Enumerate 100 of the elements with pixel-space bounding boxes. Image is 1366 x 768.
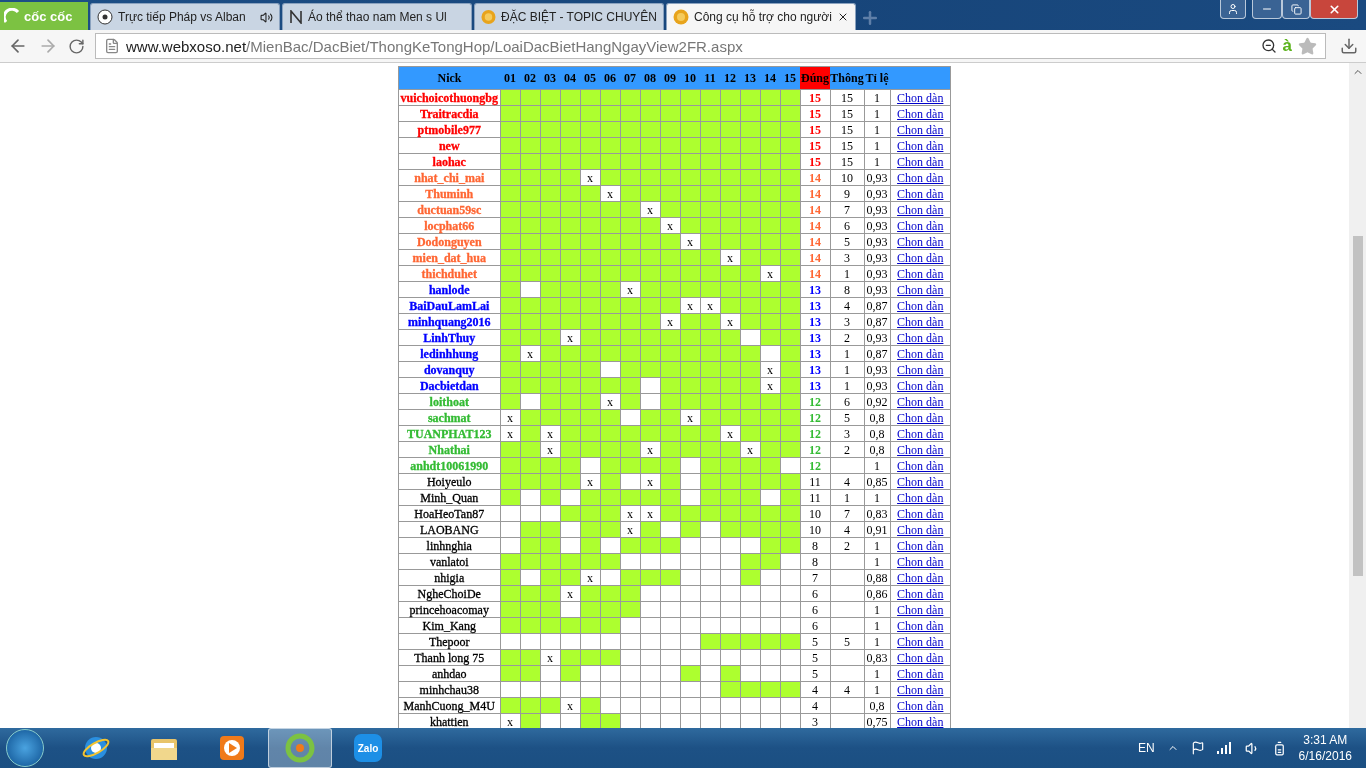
ratio-cell: 1 bbox=[864, 537, 890, 554]
count-cell: 1 bbox=[830, 361, 864, 378]
count-cell: 4 bbox=[830, 297, 864, 314]
count-cell: 2 bbox=[830, 441, 864, 458]
column-header: 10 bbox=[680, 66, 700, 90]
correct-cell: 15 bbox=[800, 105, 830, 122]
reload-icon[interactable] bbox=[68, 37, 85, 55]
minimize-button[interactable] bbox=[1252, 0, 1282, 19]
nickname: loithoat bbox=[429, 394, 469, 409]
correct-cell: 13 bbox=[800, 297, 830, 314]
correct-cell: 12 bbox=[800, 425, 830, 442]
language-indicator[interactable]: EN bbox=[1137, 741, 1155, 755]
restore-button[interactable] bbox=[1282, 0, 1310, 19]
count-cell bbox=[830, 697, 864, 714]
column-header: 08 bbox=[640, 66, 660, 90]
column-header: 13 bbox=[740, 66, 760, 90]
nickname: vanlatoi bbox=[429, 554, 469, 569]
nickname: minhchau38 bbox=[419, 682, 479, 697]
column-header: 15 bbox=[780, 66, 800, 90]
flag-icon[interactable] bbox=[1190, 741, 1205, 755]
close-button[interactable] bbox=[1310, 0, 1358, 19]
column-header: 09 bbox=[660, 66, 680, 90]
nickname: linhnghia bbox=[426, 538, 472, 553]
correct-cell: 13 bbox=[800, 281, 830, 298]
nickname: Dacbietdan bbox=[419, 378, 479, 393]
scroll-thumb[interactable] bbox=[1352, 236, 1363, 576]
count-cell: 1 bbox=[830, 377, 864, 394]
correct-cell: 12 bbox=[800, 441, 830, 458]
correct-cell: 11 bbox=[800, 473, 830, 490]
ratio-cell: 0,93 bbox=[864, 329, 890, 346]
nickname: Traitracdia bbox=[420, 106, 479, 121]
count-cell: 3 bbox=[830, 425, 864, 442]
column-header: Thông bbox=[830, 66, 864, 90]
ratio-cell: 1 bbox=[864, 553, 890, 570]
scrollbar[interactable] bbox=[1349, 63, 1366, 728]
nickname: anhdt10061990 bbox=[410, 458, 489, 473]
close-icon[interactable] bbox=[837, 11, 849, 23]
signal-icon[interactable] bbox=[1216, 742, 1233, 754]
correct-cell: 15 bbox=[800, 137, 830, 154]
nickname: ledinhhung bbox=[420, 346, 479, 361]
ratio-cell: 0,83 bbox=[864, 649, 890, 666]
nickname: laohac bbox=[432, 154, 466, 169]
bookmark-star-icon[interactable] bbox=[1298, 36, 1317, 56]
correct-cell: 13 bbox=[800, 377, 830, 394]
count-cell: 5 bbox=[830, 233, 864, 250]
correct-cell: 11 bbox=[800, 489, 830, 506]
count-cell: 6 bbox=[830, 393, 864, 410]
correct-cell: 14 bbox=[800, 169, 830, 186]
close-icon bbox=[1327, 2, 1341, 16]
count-cell: 3 bbox=[830, 313, 864, 330]
start-button[interactable] bbox=[6, 729, 44, 767]
browser-tab[interactable]: Trực tiếp Pháp vs Alban bbox=[90, 3, 280, 30]
browser-tab[interactable]: Công cụ hỗ trợ cho người bbox=[666, 3, 856, 30]
ratio-cell: 1 bbox=[864, 457, 890, 474]
address-bar[interactable]: www.webxoso.net/MienBac/DacBiet/ThongKeTongHop/LoaiDacBietHangNgayView2FR.aspx à bbox=[95, 33, 1326, 59]
column-header: 02 bbox=[520, 66, 540, 90]
ratio-cell: 0,85 bbox=[864, 473, 890, 490]
coin-icon bbox=[673, 9, 689, 25]
ratio-cell: 1 bbox=[864, 617, 890, 634]
date-text: 6/16/2016 bbox=[1298, 748, 1352, 764]
zoom-out-icon[interactable] bbox=[1260, 38, 1277, 54]
count-cell bbox=[830, 457, 864, 474]
ratio-cell: 0,8 bbox=[864, 697, 890, 714]
nickname: princehoacomay bbox=[409, 602, 489, 617]
browser-tab[interactable]: Áo thể thao nam Men s Ul bbox=[282, 3, 472, 30]
time-text: 3:31 AM bbox=[1303, 732, 1348, 748]
clock[interactable]: 3:31 AM 6/16/2016 bbox=[1298, 732, 1352, 764]
correct-cell: 4 bbox=[800, 681, 830, 698]
download-icon[interactable] bbox=[1340, 37, 1358, 55]
count-cell: 7 bbox=[830, 505, 864, 522]
count-cell: 15 bbox=[830, 137, 864, 154]
correct-cell: 15 bbox=[800, 121, 830, 138]
ratio-cell: 0,88 bbox=[864, 569, 890, 586]
ratio-cell: 0,93 bbox=[864, 201, 890, 218]
column-header: Nick bbox=[398, 66, 500, 90]
correct-cell: 13 bbox=[800, 345, 830, 362]
correct-cell: 13 bbox=[800, 313, 830, 330]
count-cell: 8 bbox=[830, 281, 864, 298]
column-header: 05 bbox=[580, 66, 600, 90]
ratio-cell: 0,93 bbox=[864, 361, 890, 378]
nickname: sachmat bbox=[427, 410, 471, 425]
chat-app-icon: Zalo bbox=[354, 734, 382, 762]
browser-tab[interactable]: ĐẶC BIỆT - TOPIC CHUYÊN bbox=[474, 3, 664, 30]
ratio-cell: 0,93 bbox=[864, 217, 890, 234]
ratio-cell: 0,8 bbox=[864, 409, 890, 426]
correct-cell: 5 bbox=[800, 649, 830, 666]
ratio-cell: 0,93 bbox=[864, 249, 890, 266]
nickname: locphat66 bbox=[424, 218, 475, 233]
restore-icon bbox=[1290, 3, 1302, 15]
column-header: 14 bbox=[760, 66, 780, 90]
count-cell: 7 bbox=[830, 201, 864, 218]
column-header: 12 bbox=[720, 66, 740, 90]
correct-cell: 12 bbox=[800, 393, 830, 410]
count-cell: 2 bbox=[830, 537, 864, 554]
ratio-cell: 0,93 bbox=[864, 233, 890, 250]
count-cell bbox=[830, 665, 864, 682]
profile-button[interactable] bbox=[1220, 0, 1246, 19]
column-header: Tỉ lệ bbox=[864, 66, 890, 90]
nickname: nhigia bbox=[434, 570, 465, 585]
nickname: vuichoicothuongbg bbox=[400, 90, 498, 105]
